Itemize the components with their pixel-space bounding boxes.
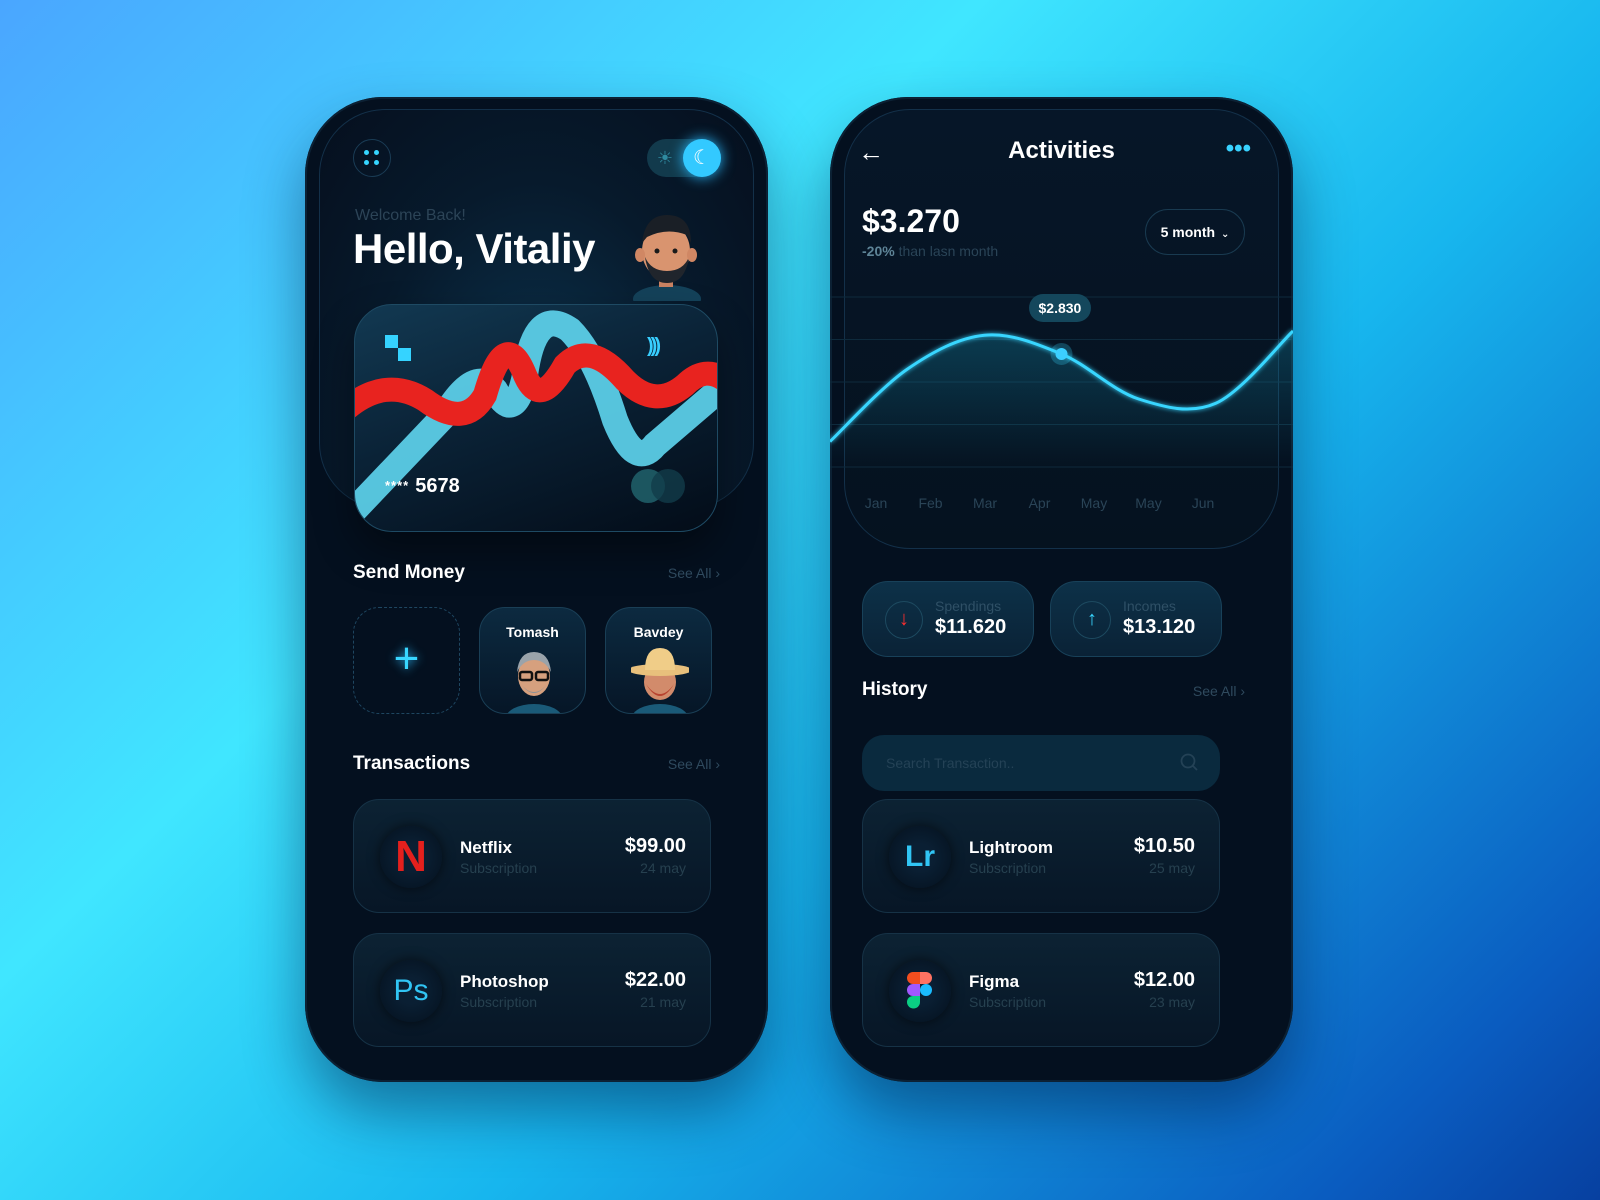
transactions-title: Transactions (353, 753, 471, 774)
chart-x-tick-label: May (1080, 495, 1108, 511)
history-title: History (862, 679, 928, 700)
transaction-date: 21 may (640, 994, 686, 1010)
stat-value: $13.120 (1123, 616, 1196, 638)
search-icon[interactable] (1180, 753, 1198, 771)
transaction-type: Subscription (460, 860, 538, 876)
contact-avatar (631, 648, 689, 713)
moon-stars-icon: ☾ (683, 139, 721, 177)
history-item[interactable]: Lr Lightroom Subscription $10.50 25 may (862, 799, 1220, 913)
transactions-see-all[interactable]: See All › (668, 756, 720, 772)
contact-tile[interactable]: Tomash (479, 607, 586, 714)
chart-x-tick-label: Jan (864, 495, 888, 511)
transaction-date: 24 may (640, 860, 686, 876)
user-avatar[interactable] (627, 207, 701, 301)
transaction-name: Lightroom (969, 838, 1054, 857)
nfc-icon: ))) (647, 335, 661, 357)
transaction-type: Subscription (969, 860, 1047, 876)
balance-change: -20% than lasn month (862, 243, 999, 259)
card-network-icon-overlap (651, 469, 685, 503)
transaction-item[interactable]: N Netflix Subscription $99.00 24 may (353, 799, 711, 913)
theme-toggle[interactable]: ☀ ☾ (647, 139, 721, 177)
photoshop-logo-icon: Ps (380, 960, 442, 1022)
arrow-up-icon: ↑ (1073, 601, 1111, 639)
chart-x-tick-label: May (1135, 495, 1162, 511)
greeting-heading: Hello, Vitaliy (353, 225, 596, 272)
more-dots-icon[interactable]: ••• (1226, 135, 1251, 163)
bank-card[interactable]: ))) **** 5678 (354, 304, 718, 532)
stat-label: Spendings (935, 598, 1002, 614)
transaction-amount: $12.00 (1133, 969, 1195, 991)
transaction-name: Figma (969, 972, 1020, 991)
sun-icon: ☀ (656, 148, 674, 168)
contact-tile[interactable]: Bavdey (605, 607, 712, 714)
transaction-amount: $22.00 (624, 969, 686, 991)
balance-amount: $3.270 (862, 203, 960, 239)
figma-logo-icon (889, 960, 951, 1022)
menu-button[interactable] (353, 139, 391, 177)
chart-highlight-point[interactable] (1055, 347, 1068, 360)
home-screen: ☀ ☾ Welcome Back! Hello, Vitaliy ))) ***… (305, 97, 768, 1082)
contact-name: Bavdey (633, 624, 684, 640)
activities-screen: ← Activities ••• $3.270 -20% than lasn m… (830, 97, 1293, 1082)
contact-avatar (507, 652, 561, 713)
search-field[interactable] (862, 735, 1220, 791)
send-money-title: Send Money (353, 562, 465, 583)
chevron-down-icon: ⌄ (1220, 229, 1230, 240)
chart-x-tick-label: Apr (1028, 495, 1051, 511)
period-dropdown[interactable]: 5 month ⌄ (1145, 209, 1245, 255)
chart-x-tick-label: Jun (1191, 495, 1215, 511)
history-item[interactable]: Figma Subscription $12.00 23 may (862, 933, 1220, 1047)
transaction-amount: $99.00 (624, 835, 686, 857)
figma-glyph (907, 972, 932, 1009)
add-recipient-button[interactable]: + (353, 607, 460, 714)
page-title: Activities (1008, 137, 1115, 164)
transaction-item[interactable]: Ps Photoshop Subscription $22.00 21 may (353, 933, 711, 1047)
welcome-text: Welcome Back! (355, 207, 466, 224)
history-see-all[interactable]: See All › (1193, 683, 1245, 699)
send-money-see-all[interactable]: See All › (668, 565, 720, 581)
contact-name: Tomash (506, 624, 559, 640)
transaction-type: Subscription (460, 994, 538, 1010)
plus-icon: + (393, 634, 420, 683)
transaction-date: 25 may (1149, 860, 1195, 876)
transaction-name: Photoshop (460, 972, 549, 991)
search-input[interactable] (886, 735, 1166, 791)
lightroom-logo-icon: Lr (889, 826, 951, 888)
stat-value: $11.620 (935, 616, 1007, 638)
netflix-logo-icon: N (380, 826, 442, 888)
arrow-down-icon: ↓ (885, 601, 923, 639)
card-number: **** 5678 (385, 475, 460, 497)
chart-x-tick-label: Feb (918, 495, 943, 511)
stat-label: Incomes (1123, 598, 1176, 614)
transaction-name: Netflix (460, 838, 512, 857)
transaction-type: Subscription (969, 994, 1047, 1010)
chart-x-tick-label: Mar (972, 495, 998, 511)
spendings-card[interactable]: ↓ Spendings $11.620 (862, 581, 1034, 657)
chart-tooltip: $2.830 (1028, 293, 1092, 322)
transaction-date: 23 may (1149, 994, 1195, 1010)
transaction-amount: $10.50 (1133, 835, 1195, 857)
incomes-card[interactable]: ↑ Incomes $13.120 (1050, 581, 1222, 657)
